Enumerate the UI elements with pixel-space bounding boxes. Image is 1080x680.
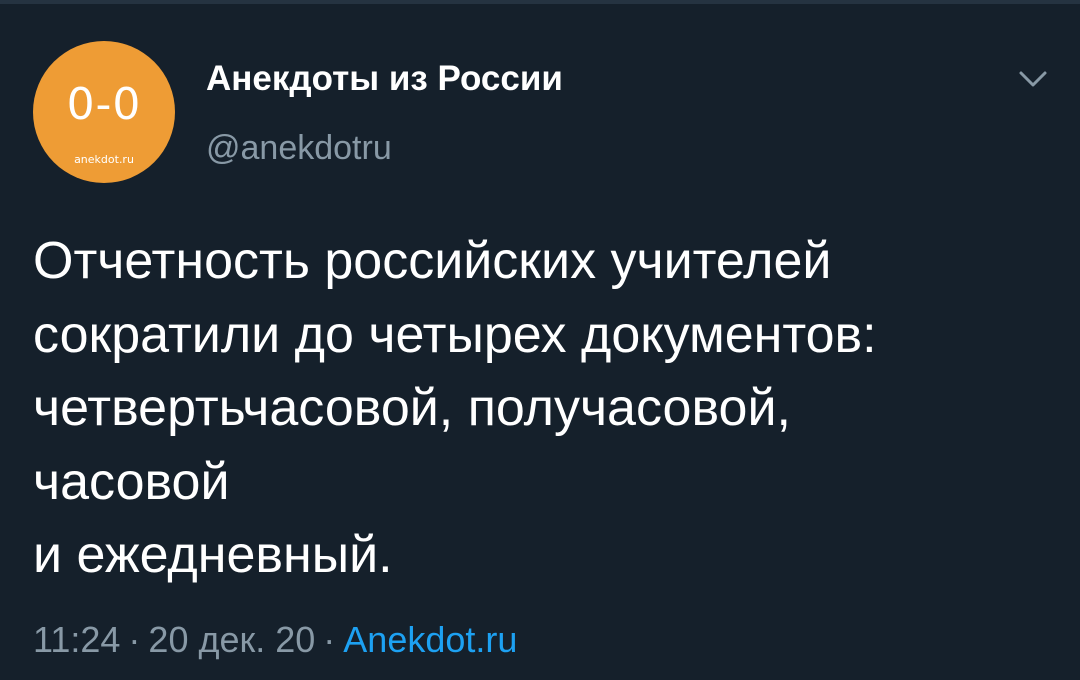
meta-separator: · <box>323 619 336 660</box>
tweet-text-line: и ежедневный. <box>33 526 393 584</box>
chevron-down-icon[interactable] <box>1018 68 1048 90</box>
tweet-source-link[interactable]: Anekdot.ru <box>343 619 517 660</box>
tweet-time: 11:24 <box>33 619 121 660</box>
tweet-meta: 11:24 · 20 дек. 20 · Anekdot.ru <box>33 618 517 662</box>
avatar[interactable]: 0-0 anekdot.ru <box>33 41 175 183</box>
avatar-logo-site: anekdot.ru <box>74 153 134 166</box>
tweet-text-line: сократили до четырех документов: <box>33 305 877 364</box>
author-handle[interactable]: @anekdotru <box>206 128 392 168</box>
tweet-text-line: четвертьчасовой, получасовой, <box>33 379 791 437</box>
tweet-text-line: часовой <box>33 452 230 511</box>
avatar-logo-mark: 0-0 <box>66 79 142 130</box>
tweet-text-line: Отчетность российских учителей <box>33 232 832 290</box>
tweet-text: Отчетность российских учителей сократили… <box>33 225 1063 593</box>
author-display-name[interactable]: Анекдоты из России <box>206 58 563 100</box>
tweet-date: 20 дек. 20 <box>148 619 316 660</box>
tweet-card[interactable]: 0-0 anekdot.ru Анекдоты из России @anekd… <box>0 4 1080 680</box>
meta-separator: · <box>128 619 141 660</box>
